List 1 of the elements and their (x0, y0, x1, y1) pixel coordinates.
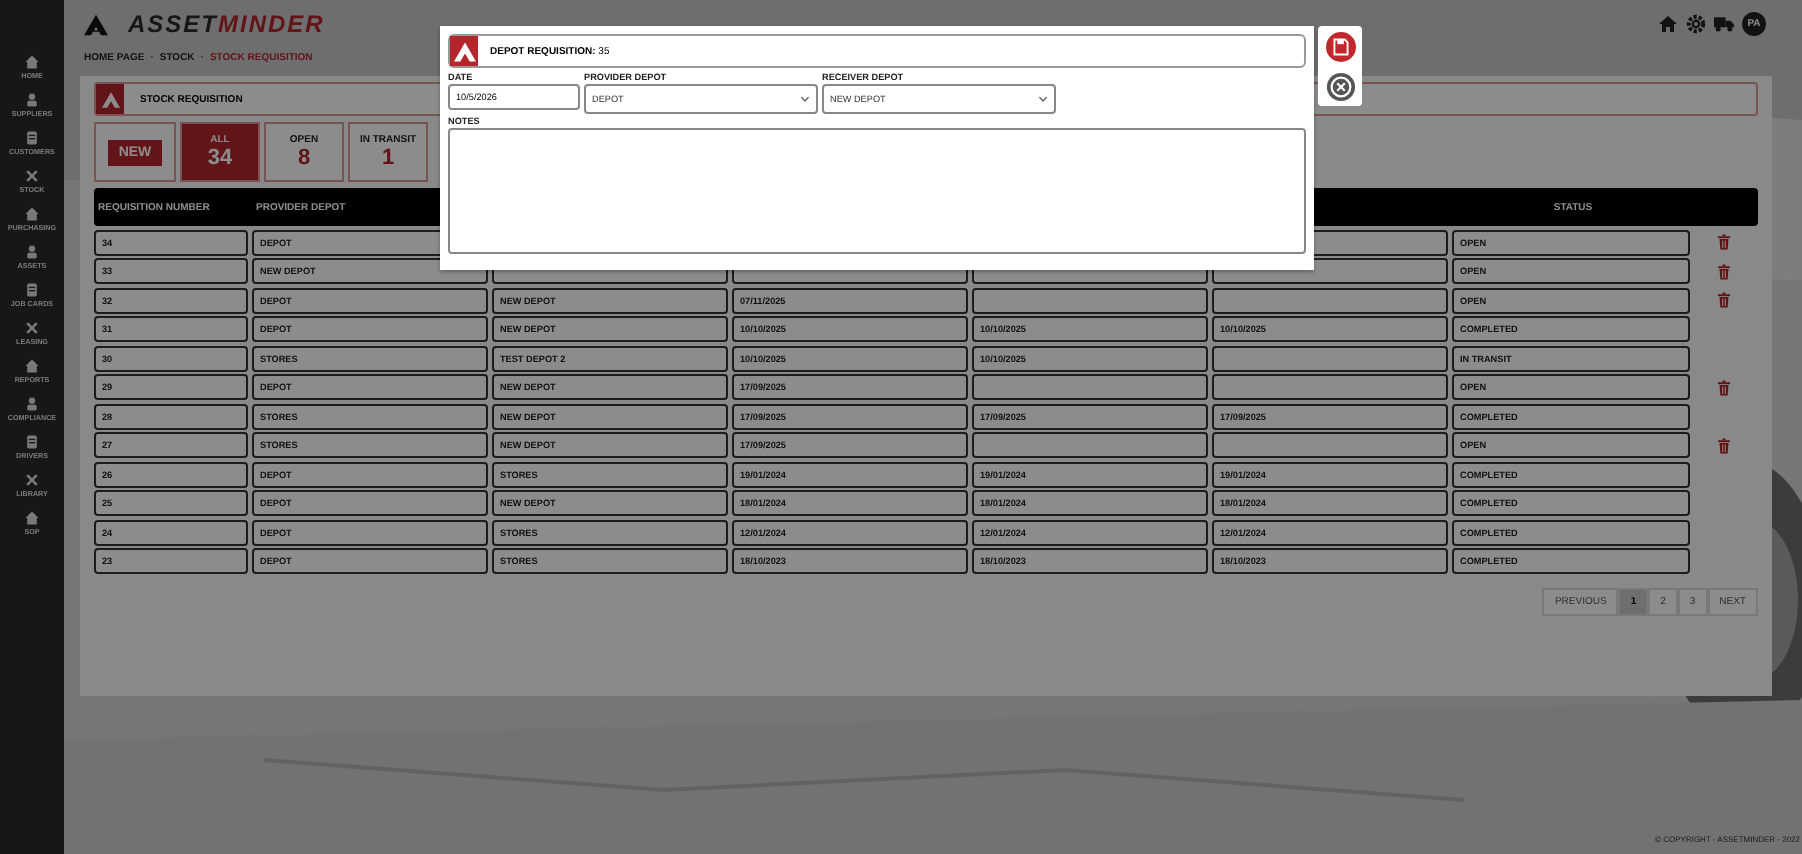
logo: ASSETMINDER (128, 10, 325, 38)
